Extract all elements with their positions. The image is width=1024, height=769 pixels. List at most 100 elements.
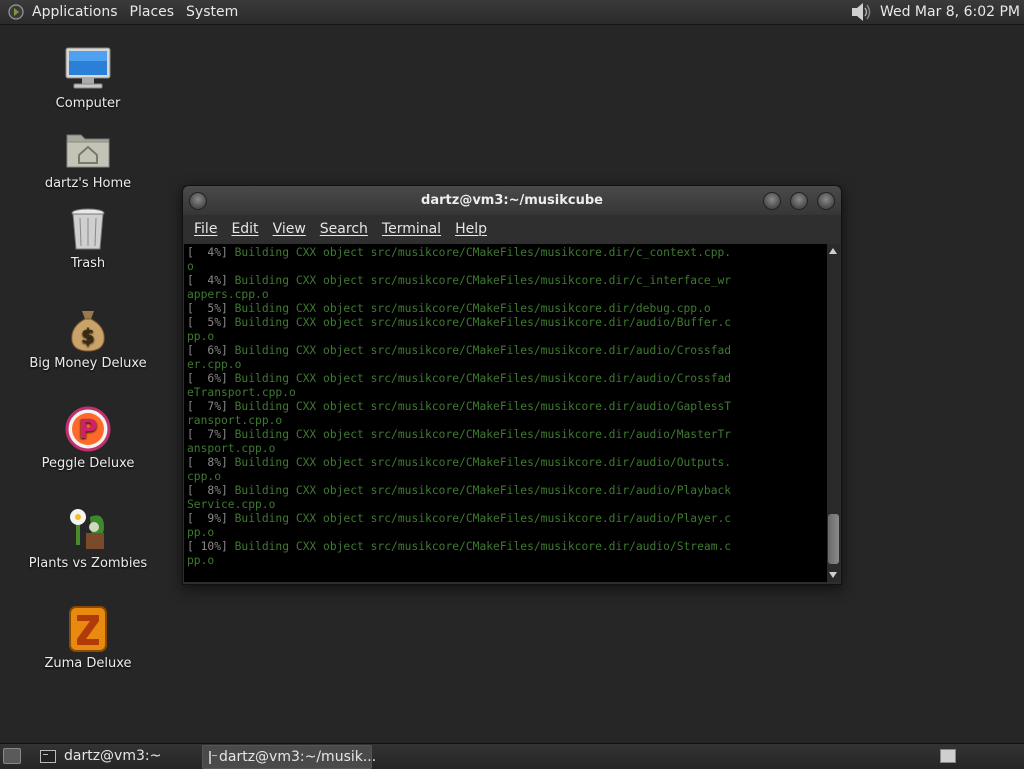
- line-message: Building CXX object src/musikcore/CMakeF…: [234, 274, 732, 287]
- terminal-line: eTransport.cpp.o: [187, 386, 825, 400]
- terminal-line: ansport.cpp.o: [187, 442, 825, 456]
- line-message: Building CXX object src/musikcore/CMakeF…: [234, 484, 732, 497]
- terminal-output[interactable]: [ 4%] Building CXX object src/musikcore/…: [184, 244, 827, 582]
- line-message: Building CXX object src/musikcore/CMakeF…: [234, 344, 732, 357]
- system-menu[interactable]: System: [180, 4, 244, 20]
- menu-edit[interactable]: Edit: [224, 221, 265, 237]
- scrollbar-thumb[interactable]: [828, 514, 839, 564]
- line-progress: [ 6%]: [187, 344, 235, 357]
- desktop-icon-zuma[interactable]: Zuma Deluxe: [28, 605, 148, 671]
- svg-text:$: $: [81, 324, 95, 348]
- scroll-up-icon[interactable]: [829, 248, 837, 254]
- window-menu-button[interactable]: [189, 192, 207, 210]
- terminal-line: [ 7%] Building CXX object src/musikcore/…: [187, 428, 825, 442]
- terminal-line: Service.cpp.o: [187, 498, 825, 512]
- menu-help[interactable]: Help: [448, 221, 494, 237]
- line-progress: [ 4%]: [187, 246, 235, 259]
- line-message: pp.o: [187, 526, 215, 539]
- line-message: appers.cpp.o: [187, 288, 269, 301]
- desktop-icon-label: dartz's Home: [44, 176, 132, 191]
- line-message: ransport.cpp.o: [187, 414, 283, 427]
- applications-menu[interactable]: Applications: [26, 4, 124, 20]
- desktop-icon-label: Zuma Deluxe: [44, 656, 132, 671]
- terminal-line: pp.o: [187, 330, 825, 344]
- taskbar-item-label: dartz@vm3:~: [64, 748, 162, 764]
- terminal-text: [ 4%] Building CXX object src/musikcore/…: [184, 244, 827, 568]
- terminal-line: er.cpp.o: [187, 358, 825, 372]
- terminal-titlebar[interactable]: dartz@vm3:~/musikcube: [183, 186, 841, 215]
- terminal-line: cpp.o: [187, 470, 825, 484]
- plants-vs-zombies-icon: [70, 509, 104, 549]
- terminal-menubar: File Edit View Search Terminal Help: [183, 215, 841, 243]
- desktop-icon-label: Peggle Deluxe: [41, 456, 135, 471]
- line-message: Building CXX object src/musikcore/CMakeF…: [234, 456, 732, 469]
- terminal-line: [ 9%] Building CXX object src/musikcore/…: [187, 512, 825, 526]
- line-message: o: [187, 260, 194, 273]
- desktop-icon-trash[interactable]: Trash: [28, 205, 148, 271]
- terminal-line: [ 10%] Building CXX object src/musikcore…: [187, 540, 825, 554]
- terminal-line: pp.o: [187, 526, 825, 540]
- line-progress: [ 4%]: [187, 274, 235, 287]
- line-message: cpp.o: [187, 470, 222, 483]
- clock[interactable]: Wed Mar 8, 6:02 PM: [874, 4, 1024, 20]
- line-message: pp.o: [187, 554, 215, 567]
- terminal-line: [ 7%] Building CXX object src/musikcore/…: [187, 400, 825, 414]
- line-message: Building CXX object src/musikcore/CMakeF…: [234, 302, 711, 315]
- taskbar-item-terminal-home[interactable]: dartz@vm3:~: [34, 745, 200, 767]
- home-folder-icon: [66, 134, 110, 168]
- line-message: Building CXX object src/musikcore/CMakeF…: [234, 400, 732, 413]
- scroll-down-icon[interactable]: [829, 572, 837, 578]
- money-bag-icon: $: [71, 311, 105, 352]
- line-message: Building CXX object src/musikcore/CMakeF…: [234, 246, 732, 259]
- terminal-window[interactable]: dartz@vm3:~/musikcube File Edit View Sea…: [182, 185, 842, 585]
- peggle-icon: P: [65, 406, 111, 452]
- line-message: Building CXX object src/musikcore/CMakeF…: [234, 512, 732, 525]
- terminal-line: [ 6%] Building CXX object src/musikcore/…: [187, 344, 825, 358]
- line-progress: [ 5%]: [187, 316, 235, 329]
- minimize-button[interactable]: [763, 192, 781, 210]
- terminal-line: [ 5%] Building CXX object src/musikcore/…: [187, 316, 825, 330]
- menu-search[interactable]: Search: [313, 221, 375, 237]
- desktop-icon-label: Big Money Deluxe: [29, 356, 147, 371]
- show-desktop-icon[interactable]: [3, 748, 21, 764]
- line-message: Building CXX object src/musikcore/CMakeF…: [234, 540, 732, 553]
- speaker-icon[interactable]: [850, 2, 872, 22]
- maximize-button[interactable]: [790, 192, 808, 210]
- line-progress: [ 6%]: [187, 372, 235, 385]
- terminal-icon: [209, 750, 217, 764]
- menu-terminal[interactable]: Terminal: [375, 221, 448, 237]
- taskbar-item-label: dartz@vm3:~/musik...: [219, 749, 377, 765]
- desktop-icon-label: Trash: [70, 256, 106, 271]
- desktop-icon-big-money[interactable]: $ Big Money Deluxe: [28, 305, 148, 371]
- desktop-icon-plants-vs-zombies[interactable]: Plants vs Zombies: [28, 505, 148, 571]
- close-button[interactable]: [817, 192, 835, 210]
- taskbar-item-terminal-musikcube[interactable]: dartz@vm3:~/musik...: [202, 745, 376, 769]
- terminal-icon: [40, 749, 56, 763]
- line-progress: [ 7%]: [187, 400, 235, 413]
- top-panel-tray: Wed Mar 8, 6:02 PM: [850, 0, 1024, 24]
- line-message: ansport.cpp.o: [187, 442, 276, 455]
- terminal-line: [ 4%] Building CXX object src/musikcore/…: [187, 246, 825, 260]
- line-message: Service.cpp.o: [187, 498, 276, 511]
- terminal-line: [ 5%] Building CXX object src/musikcore/…: [187, 302, 825, 316]
- line-message: eTransport.cpp.o: [187, 386, 296, 399]
- terminal-line: [ 8%] Building CXX object src/musikcore/…: [187, 484, 825, 498]
- zuma-icon: [69, 606, 107, 652]
- menu-view[interactable]: View: [266, 221, 313, 237]
- terminal-title: dartz@vm3:~/musikcube: [421, 193, 603, 208]
- workspace-switcher[interactable]: [940, 749, 956, 763]
- menu-file[interactable]: File: [187, 221, 224, 237]
- line-progress: [ 8%]: [187, 456, 235, 469]
- desktop-icon-home[interactable]: dartz's Home: [28, 125, 148, 191]
- desktop-icon-peggle[interactable]: P Peggle Deluxe: [28, 405, 148, 471]
- terminal-line: o: [187, 260, 825, 274]
- terminal-line: [ 8%] Building CXX object src/musikcore/…: [187, 456, 825, 470]
- desktop-icon-label: Plants vs Zombies: [28, 556, 148, 571]
- terminal-line: [ 6%] Building CXX object src/musikcore/…: [187, 372, 825, 386]
- terminal-line: [ 4%] Building CXX object src/musikcore/…: [187, 274, 825, 288]
- gnome-foot-icon[interactable]: [8, 4, 24, 20]
- places-menu[interactable]: Places: [124, 4, 181, 20]
- terminal-scrollbar[interactable]: [827, 244, 840, 582]
- terminal-line: appers.cpp.o: [187, 288, 825, 302]
- desktop-icon-computer[interactable]: Computer: [28, 45, 148, 111]
